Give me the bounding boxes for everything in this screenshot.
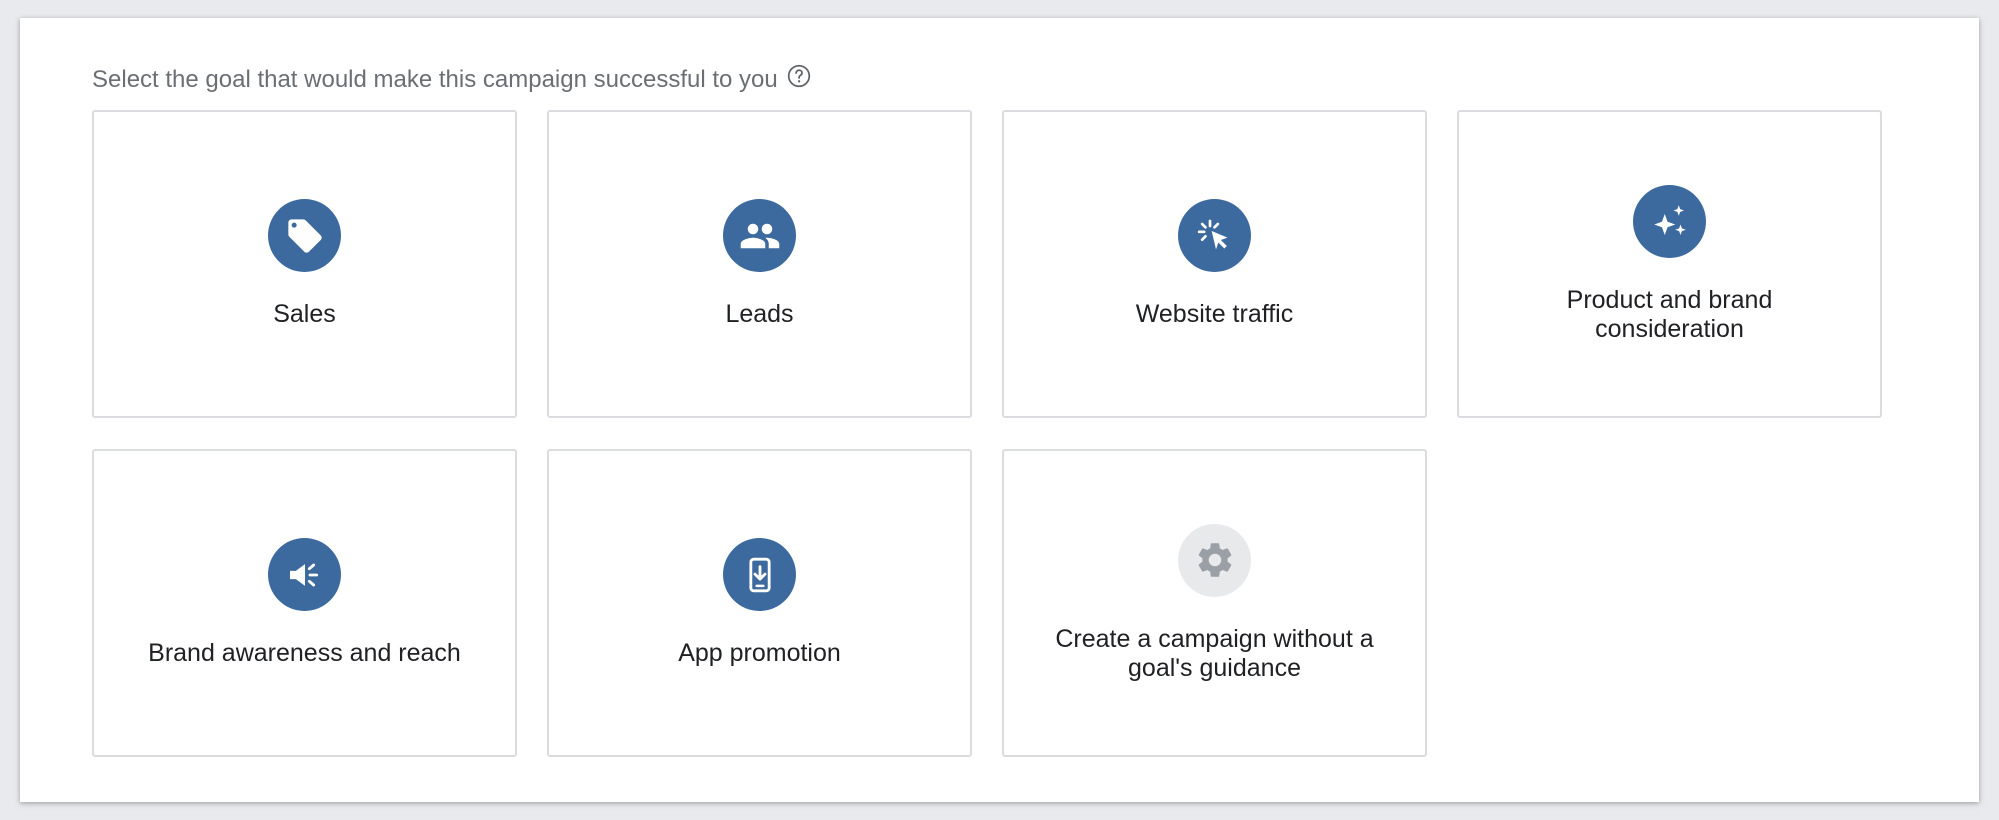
goal-card-app-promotion[interactable]: App promotion [547, 449, 972, 757]
goal-label: App promotion [678, 639, 841, 667]
gear-icon [1178, 523, 1251, 597]
goal-prompt: Select the goal that would make this cam… [92, 64, 812, 96]
goal-selection-panel: Select the goal that would make this cam… [20, 18, 1979, 802]
goal-card-no-guidance[interactable]: Create a campaign without a goal's guida… [1002, 449, 1427, 757]
goal-label: Sales [273, 300, 336, 328]
sparkle-icon [1633, 184, 1706, 258]
goal-label: Brand awareness and reach [148, 639, 461, 667]
goal-card-website-traffic[interactable]: Website traffic [1002, 110, 1427, 418]
goal-label: Product and brand consideration [1566, 285, 1773, 343]
goal-card-product-brand-consideration[interactable]: Product and brand consideration [1457, 110, 1882, 418]
goal-grid: Sales Leads Website traffic Product and … [92, 110, 1882, 757]
people-icon [723, 199, 796, 272]
phone-download-icon [723, 538, 796, 611]
goal-label: Create a campaign without a goal's guida… [1055, 624, 1374, 682]
goal-card-leads[interactable]: Leads [547, 110, 972, 418]
goal-label: Leads [725, 300, 794, 328]
goal-label: Website traffic [1135, 300, 1294, 328]
goal-prompt-text: Select the goal that would make this cam… [92, 66, 778, 93]
tag-icon [268, 199, 341, 272]
megaphone-icon [268, 538, 341, 611]
goal-card-sales[interactable]: Sales [92, 110, 517, 418]
goal-card-brand-awareness[interactable]: Brand awareness and reach [92, 449, 517, 757]
cursor-click-icon [1178, 199, 1251, 272]
help-circle-icon[interactable] [786, 63, 812, 89]
